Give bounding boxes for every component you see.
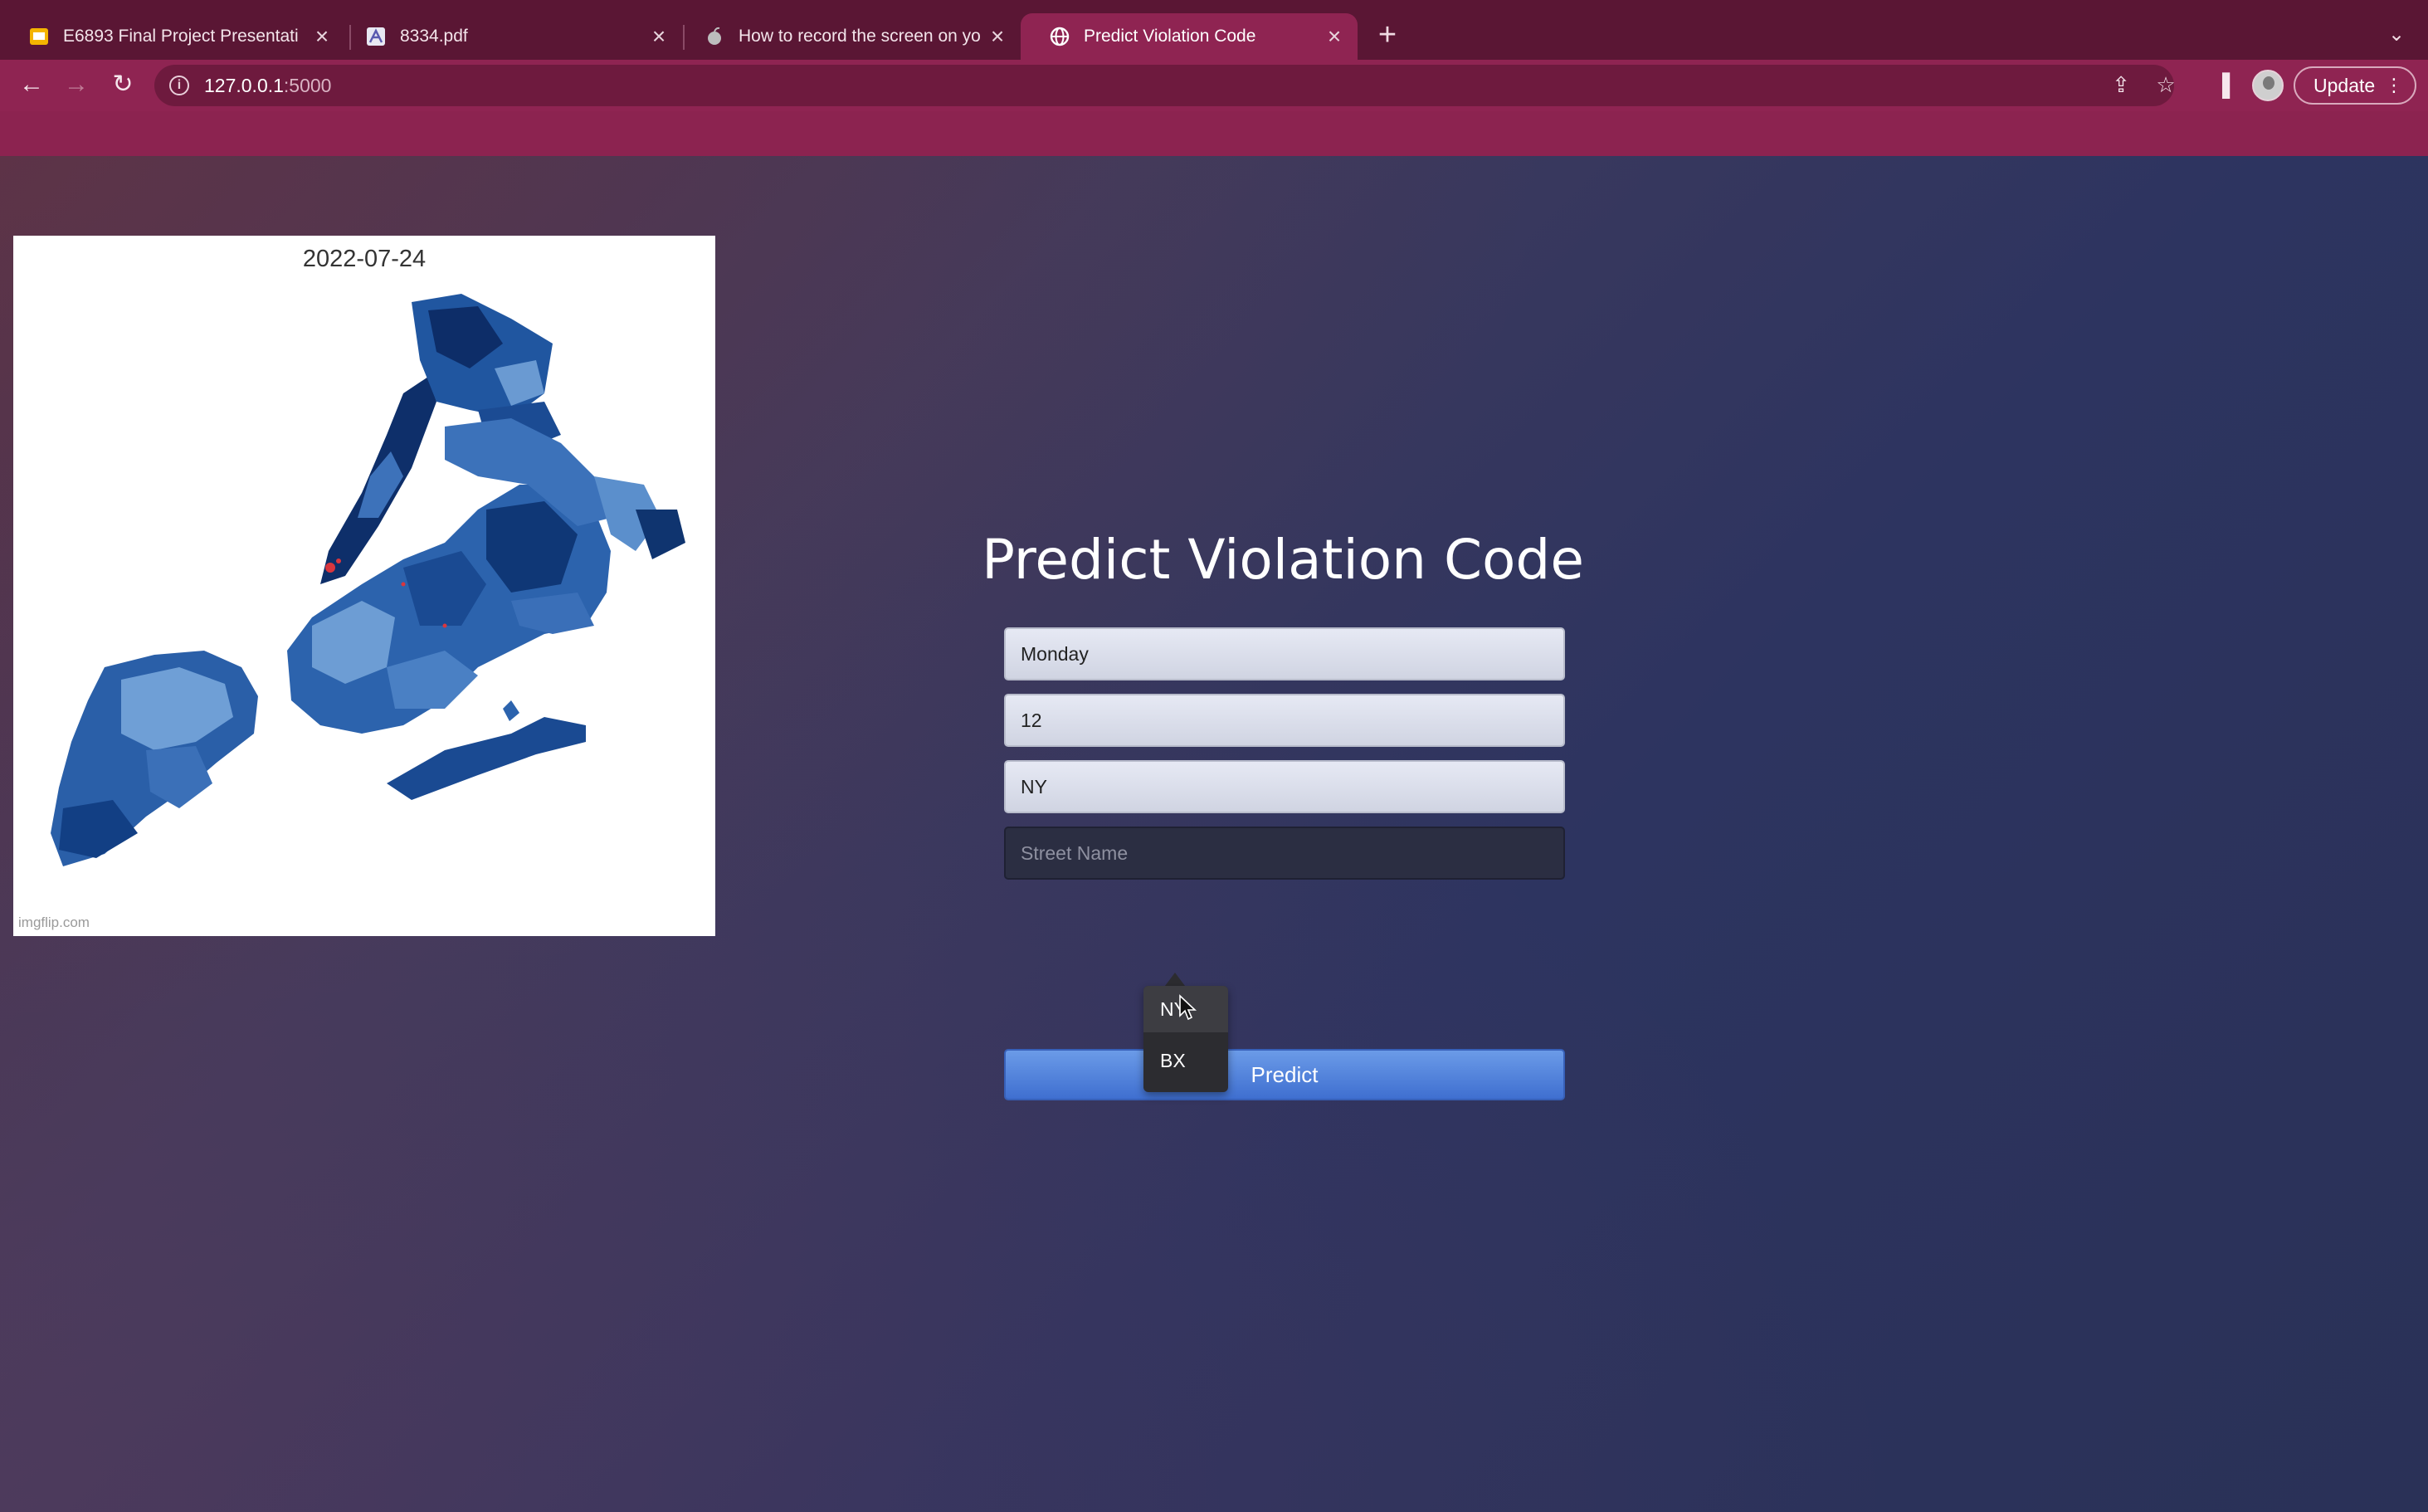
day-field[interactable]: Monday: [1004, 627, 1565, 680]
profile-avatar[interactable]: [2252, 70, 2284, 101]
google-slides-icon: [30, 28, 48, 45]
county-value: NY: [1021, 775, 1047, 797]
map-date-title: 2022-07-24: [302, 246, 427, 272]
predict-button[interactable]: Predict: [1004, 1049, 1565, 1100]
tab-title: 8334.pdf: [400, 27, 468, 46]
url-host: 127.0.0.1: [204, 74, 284, 96]
watermark: imgflip.com: [18, 915, 90, 930]
address-bar[interactable]: i 127.0.0.1 :5000: [154, 65, 2174, 106]
county-select[interactable]: NY: [1004, 760, 1565, 813]
page-title: Predict Violation Code: [982, 528, 1584, 592]
close-icon[interactable]: ×: [1318, 23, 1351, 50]
update-button[interactable]: Update ⋮: [2294, 66, 2416, 105]
back-arrow-icon[interactable]: ←: [13, 66, 50, 103]
browser-tab-strip: E6893 Final Project Presentati × 8334.pd…: [0, 0, 2428, 60]
tab-e6893-presentation[interactable]: E6893 Final Project Presentati ×: [0, 13, 345, 60]
browser-toolbar: ← → ↻ i 127.0.0.1 :5000 ⇪ ☆ ▐ Update ⋮: [0, 60, 2428, 111]
tab-title: How to record the screen on yo: [739, 27, 981, 46]
street-name-placeholder: Street Name: [1021, 841, 1129, 864]
chevron-down-icon[interactable]: ⌄: [2382, 18, 2411, 51]
hour-field[interactable]: 12: [1004, 694, 1565, 747]
page-body: 2022-07-24 imgflip.com Predict Violation…: [0, 156, 2428, 1512]
dropdown-caret: [1165, 973, 1185, 986]
nyc-map-image: [51, 294, 685, 866]
apple-icon: [708, 27, 721, 45]
tab-record-screen[interactable]: How to record the screen on yo ×: [675, 13, 1021, 60]
mouse-cursor-icon: [1179, 994, 1197, 1021]
side-panel-icon[interactable]: ▐: [2206, 68, 2239, 101]
close-icon[interactable]: ×: [305, 23, 339, 50]
close-icon[interactable]: ×: [981, 23, 1014, 50]
url-port: :5000: [283, 74, 332, 96]
update-label: Update: [2313, 74, 2376, 96]
globe-icon: [1050, 27, 1070, 46]
tab-8334-pdf[interactable]: 8334.pdf ×: [337, 13, 682, 60]
nyc-violation-map: 2022-07-24 imgflip.com: [13, 236, 715, 936]
reload-icon[interactable]: ↻: [105, 66, 141, 103]
share-icon[interactable]: ⇪: [2104, 68, 2138, 101]
forward-arrow-icon[interactable]: →: [58, 66, 95, 103]
close-icon[interactable]: ×: [642, 23, 675, 50]
street-name-input[interactable]: Street Name: [1004, 827, 1565, 880]
day-value: Monday: [1021, 642, 1089, 665]
pdf-icon: [367, 27, 385, 46]
star-icon[interactable]: ☆: [2149, 68, 2182, 101]
dropdown-option-bx[interactable]: BX: [1143, 1037, 1228, 1084]
hour-value: 12: [1021, 709, 1042, 731]
tab-predict-violation-code[interactable]: Predict Violation Code ×: [1021, 13, 1358, 60]
tab-title: Predict Violation Code: [1084, 27, 1256, 46]
tab-title: E6893 Final Project Presentati: [63, 27, 299, 46]
page-header-bar: [0, 111, 2428, 156]
new-tab-icon[interactable]: +: [1372, 17, 1402, 53]
kebab-menu-icon[interactable]: ⋮: [2385, 75, 2403, 96]
site-info-icon[interactable]: i: [169, 76, 189, 95]
